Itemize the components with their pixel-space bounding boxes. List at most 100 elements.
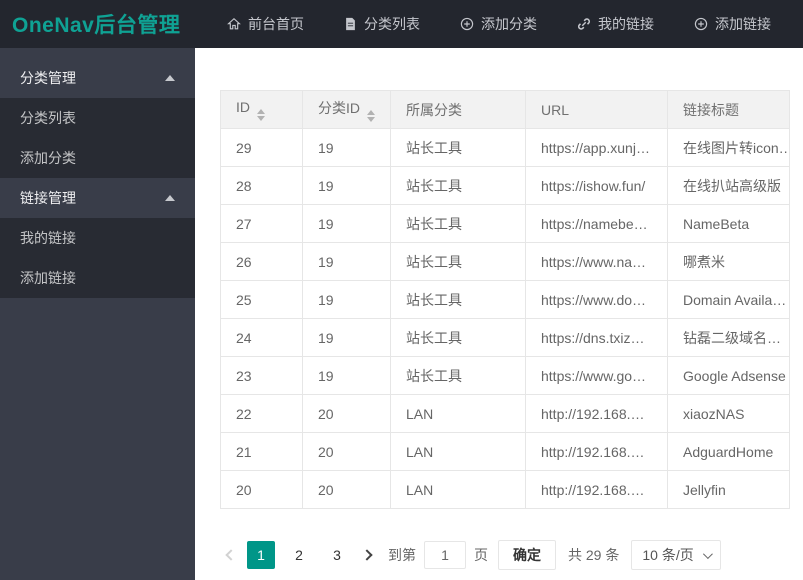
cell-url: http://192.168.…	[525, 432, 668, 471]
confirm-button[interactable]: 确定	[498, 540, 556, 570]
sidebar-section-label: 链接管理	[20, 190, 76, 206]
cell-url: https://www.go…	[525, 356, 668, 395]
total-count: 共 29 条	[568, 547, 620, 563]
table-row: 28 19 站长工具 https://ishow.fun/在线扒站高级版	[220, 166, 790, 205]
table-header-cell-category: 所属分类	[390, 90, 526, 129]
cell-category-id: 19	[302, 128, 391, 167]
cell-category: 站长工具	[390, 128, 526, 167]
sidebar-section-children: 我的链接 添加链接	[0, 218, 195, 298]
nav-item-home[interactable]: 前台首页	[207, 0, 324, 48]
main-content: ID 分类ID 所属分类 URL 链接标题 29 19 站长工具 https://ap…	[195, 48, 803, 580]
cell-category: LAN	[390, 432, 526, 471]
table-row: 24 19 站长工具 https://dns.txiz… 钻磊二级域名…	[220, 318, 790, 357]
sidebar-item-my-links[interactable]: 我的链接	[0, 218, 195, 258]
sidebar-item-label: 分类列表	[20, 110, 76, 126]
cell-url: http://192.168.…	[525, 394, 668, 433]
table-header-cell-id[interactable]: ID	[220, 90, 303, 129]
page-button-3[interactable]: 3	[323, 541, 351, 569]
topnav-menu: 前台首页 分类列表 添加分类 我的链接 添加链接	[207, 0, 791, 48]
nav-item-add-category[interactable]: 添加分类	[440, 0, 557, 48]
page-unit-label: 页	[474, 547, 488, 563]
column-label: 分类ID	[318, 99, 360, 116]
nav-item-label: 我的链接	[598, 16, 654, 32]
cell-id: 28	[220, 166, 303, 205]
cell-category: 站长工具	[390, 242, 526, 281]
nav-item-label: 分类列表	[364, 16, 420, 32]
cell-id: 25	[220, 280, 303, 319]
column-label: URL	[541, 101, 570, 118]
pagination-bar: 1 2 3 到第 页 确定 共 29 条 10 条/页	[220, 540, 721, 570]
cell-title: AdguardHome	[667, 432, 790, 471]
cell-category: LAN	[390, 394, 526, 433]
collapse-arrow-icon	[165, 195, 175, 201]
sidebar-section-children: 分类列表 添加分类	[0, 98, 195, 178]
column-label: 链接标题	[683, 101, 739, 118]
cell-category: 站长工具	[390, 166, 526, 205]
goto-page-input[interactable]	[424, 541, 466, 569]
cell-title: 在线扒站高级版	[667, 166, 790, 205]
cell-id: 27	[220, 204, 303, 243]
prev-page-button[interactable]	[220, 541, 242, 569]
cell-url: https://dns.txiz…	[525, 318, 668, 357]
cell-id: 26	[220, 242, 303, 281]
sidebar-section-category-mgmt[interactable]: 分类管理	[0, 58, 195, 98]
cell-id: 20	[220, 470, 303, 509]
table-row: 26 19 站长工具 https://www.na… 哪煮米	[220, 242, 790, 281]
nav-item-my-links[interactable]: 我的链接	[557, 0, 674, 48]
sidebar-item-label: 添加链接	[20, 270, 76, 286]
cell-id: 29	[220, 128, 303, 167]
sidebar-item-add-category[interactable]: 添加分类	[0, 138, 195, 178]
home-icon	[227, 17, 241, 31]
cell-title: Jellyfin	[667, 470, 790, 509]
nav-item-add-link[interactable]: 添加链接	[674, 0, 791, 48]
nav-item-label: 前台首页	[248, 16, 304, 32]
cell-id: 23	[220, 356, 303, 395]
sort-icon[interactable]	[367, 109, 375, 122]
link-icon	[577, 17, 591, 31]
page-button-2[interactable]: 2	[285, 541, 313, 569]
sidebar-item-label: 添加分类	[20, 150, 76, 166]
nav-item-label: 添加链接	[715, 16, 771, 32]
sidebar-item-category-list[interactable]: 分类列表	[0, 98, 195, 138]
cell-category: 站长工具	[390, 280, 526, 319]
collapse-arrow-icon	[165, 75, 175, 81]
sidebar-item-label: 我的链接	[20, 230, 76, 246]
next-page-button[interactable]	[356, 541, 378, 569]
cell-title: 在线图片转icon…	[667, 128, 790, 167]
cell-title: Domain Availa…	[667, 280, 790, 319]
sidebar-section-link-mgmt[interactable]: 链接管理	[0, 178, 195, 218]
page-size-value: 10 条/页	[642, 547, 694, 563]
table-row: 23 19 站长工具 https://www.go… Google Adsense	[220, 356, 790, 395]
cell-category: LAN	[390, 470, 526, 509]
chevron-down-icon	[702, 548, 713, 559]
list-icon	[344, 17, 357, 31]
cell-title: 哪煮米	[667, 242, 790, 281]
brand-title: OneNav后台管理	[12, 14, 181, 37]
links-table: ID 分类ID 所属分类 URL 链接标题 29 19 站长工具 https://ap…	[220, 90, 790, 509]
nav-item-label: 添加分类	[481, 16, 537, 32]
cell-url: https://www.do…	[525, 280, 668, 319]
cell-title: 钻磊二级域名…	[667, 318, 790, 357]
table-header-cell-category-id[interactable]: 分类ID	[302, 90, 391, 129]
table-row: 22 20 LAN http://192.168.… xiaozNAS	[220, 394, 790, 433]
column-label: ID	[236, 98, 250, 115]
table-header-row: ID 分类ID 所属分类 URL 链接标题	[220, 90, 790, 129]
goto-label: 到第	[388, 547, 416, 563]
cell-category-id: 20	[302, 394, 391, 433]
page-size-select[interactable]: 10 条/页	[631, 540, 721, 570]
cell-category: 站长工具	[390, 356, 526, 395]
table-row: 25 19 站长工具 https://www.do… Domain Availa…	[220, 280, 790, 319]
cell-category: 站长工具	[390, 204, 526, 243]
table-header-cell-url: URL	[525, 90, 668, 129]
sidebar-section-label: 分类管理	[20, 70, 76, 86]
table-header-cell-title: 链接标题	[667, 90, 790, 129]
column-label: 所属分类	[406, 101, 462, 118]
cell-category-id: 20	[302, 432, 391, 471]
nav-item-category-list[interactable]: 分类列表	[324, 0, 440, 48]
cell-title: xiaozNAS	[667, 394, 790, 433]
sort-icon[interactable]	[257, 108, 265, 121]
page-button-1[interactable]: 1	[247, 541, 275, 569]
cell-title: NameBeta	[667, 204, 790, 243]
cell-category-id: 19	[302, 356, 391, 395]
sidebar-item-add-link[interactable]: 添加链接	[0, 258, 195, 298]
